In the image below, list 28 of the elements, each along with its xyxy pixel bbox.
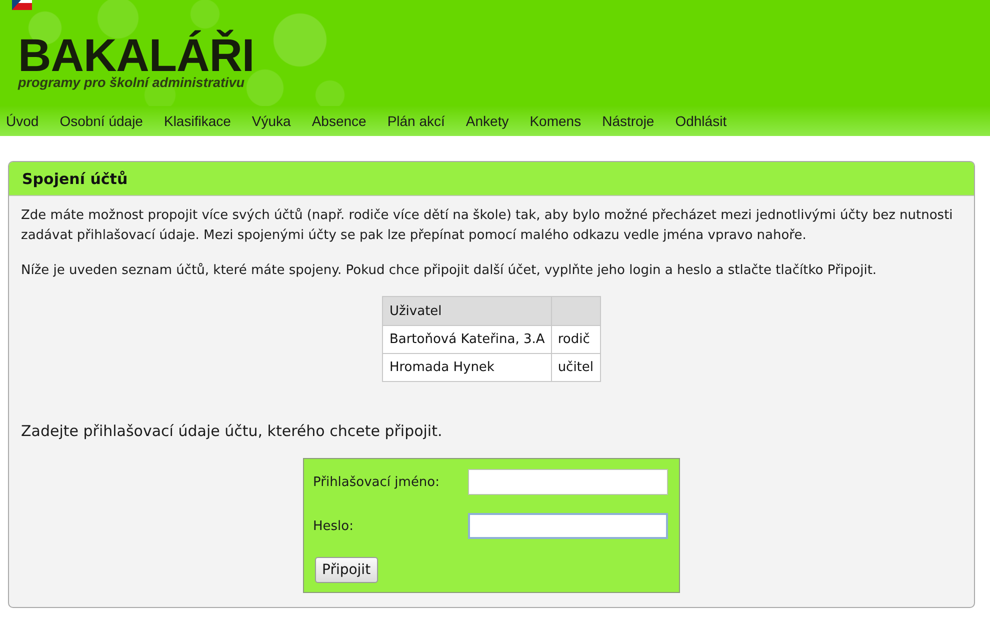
input-field[interactable] bbox=[468, 469, 668, 495]
nav-link[interactable]: Nástroje bbox=[602, 112, 654, 130]
nav-link[interactable]: Ankety bbox=[466, 112, 509, 130]
paragraph-text: Níže je uveden seznam účtů, které máte spojeny. Pokud chce připojit další účet, vyplňte jeho login a heslo a stlačte tlačítko Připojit. bbox=[21, 262, 878, 280]
field-label: Přihlašovací jméno: bbox=[313, 474, 441, 490]
table-cell: Bartoňová Kateřina, 3.A bbox=[382, 326, 552, 354]
table-header-cell: Uživatel bbox=[382, 296, 552, 326]
prompt-text: Zadejte přihlašovací údaje účtu, kterého chcete připojit. bbox=[21, 421, 444, 441]
nav-link[interactable]: Odhlásit bbox=[675, 112, 727, 130]
nav-link[interactable]: Komens bbox=[530, 112, 582, 130]
nav-link[interactable]: Úvod bbox=[6, 112, 39, 130]
table-cell: rodič bbox=[551, 326, 600, 354]
table-cell: učitel bbox=[551, 354, 600, 382]
flag-icon[interactable] bbox=[12, 0, 32, 10]
table-header-cell bbox=[551, 296, 600, 326]
field-label: Heslo: bbox=[313, 518, 354, 534]
paragraph-text: Zde máte možnost propojit více svých účtů (např. rodiče více dětí na škole) tak, aby bylo možné přecházet mezi jednotlivými účty bez nutnosti zadávat přihlašovací údaje. Mezi spojenými účty se pak lze přepínat pomocí malého odkazu vedle jména vpravo nahoře. bbox=[21, 207, 954, 245]
nav-link[interactable]: Absence bbox=[312, 112, 366, 130]
connect-button[interactable]: Připojit bbox=[315, 557, 378, 583]
nav-link[interactable]: Plán akcí bbox=[387, 112, 445, 130]
panel-title: Spojení účtů bbox=[22, 170, 128, 188]
nav-link[interactable]: Výuka bbox=[252, 112, 291, 130]
logo-title: BAKALÁŘI bbox=[18, 28, 254, 75]
table-cell: Hromada Hynek bbox=[382, 354, 552, 382]
logo-subtitle: programy pro školní administrativu bbox=[18, 75, 245, 90]
input-field[interactable] bbox=[468, 513, 668, 539]
nav-link[interactable]: Klasifikace bbox=[164, 112, 231, 130]
nav-link[interactable]: Osobní údaje bbox=[60, 112, 143, 130]
